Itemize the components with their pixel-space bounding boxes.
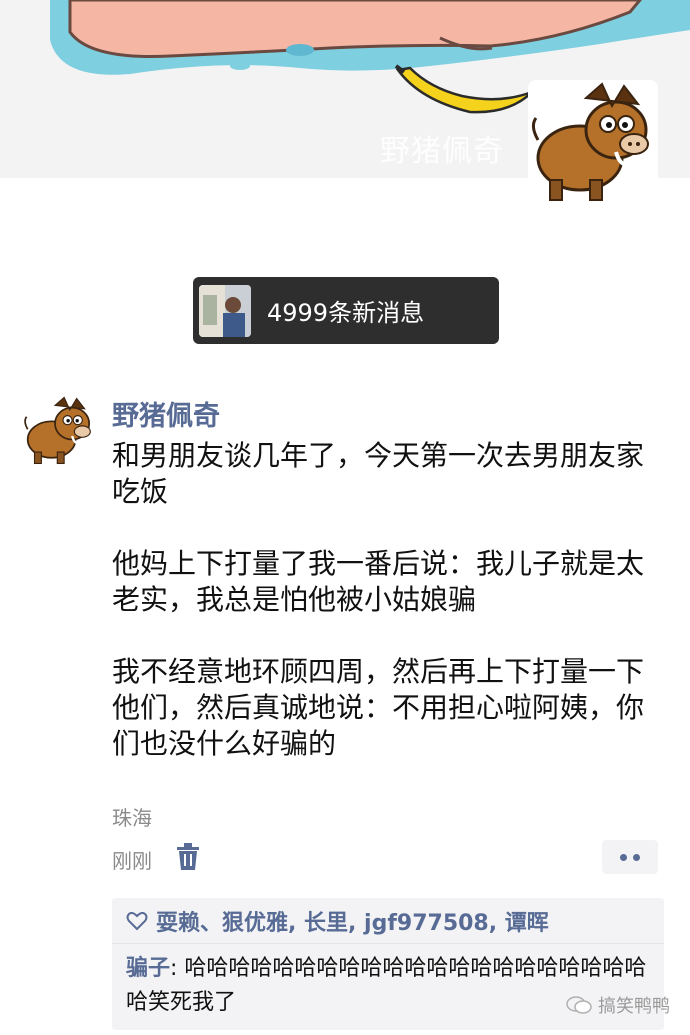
likes-names[interactable]: 耍赖、狠优雅, 长里, jgf977508, 谭晖 bbox=[156, 905, 549, 937]
new-messages-toast[interactable]: 4999条新消息 bbox=[193, 277, 499, 344]
cover-owner-avatar[interactable] bbox=[528, 80, 658, 206]
more-dot-icon bbox=[633, 853, 640, 861]
post-paragraph: 和男朋友谈几年了，今天第一次去男朋友家吃饭 bbox=[112, 439, 645, 508]
likes-row: 耍赖、狠优雅, 长里, jgf977508, 谭晖 bbox=[112, 898, 664, 944]
toast-text: 4999条新消息 bbox=[267, 299, 425, 327]
cover-watermark: 野猪佩奇 bbox=[380, 134, 504, 169]
poster-avatar[interactable] bbox=[22, 394, 96, 468]
source-brand: 搞笑鸭鸭 bbox=[598, 996, 670, 1017]
post-content: 和男朋友谈几年了，今天第一次去男朋友家吃饭 他妈上下打量了我一番后说：我儿子就是… bbox=[112, 438, 668, 762]
post-time: 刚刚 bbox=[112, 849, 152, 873]
more-actions-button[interactable] bbox=[602, 840, 658, 874]
toast-avatar bbox=[199, 284, 251, 337]
boar-icon bbox=[22, 395, 96, 467]
delete-button[interactable] bbox=[176, 843, 200, 871]
trash-icon bbox=[177, 843, 199, 870]
poster-username[interactable]: 野猪佩奇 bbox=[112, 394, 220, 433]
post-paragraph: 他妈上下打量了我一番后说：我儿子就是太老实，我总是怕他被小姑娘骗 bbox=[112, 547, 645, 616]
heart-icon bbox=[126, 911, 148, 930]
source-watermark: 搞笑鸭鸭 bbox=[566, 992, 670, 1018]
boar-icon bbox=[528, 80, 658, 206]
post-paragraph: 我不经意地环顾四周，然后再上下打量一下他们，然后真诚地说：不用担心啦阿姨，你们也… bbox=[112, 655, 645, 760]
more-dot-icon bbox=[620, 853, 627, 861]
wechat-icon bbox=[566, 996, 592, 1014]
comment-author[interactable]: 骗子 bbox=[126, 956, 170, 981]
comment-separator: : bbox=[170, 956, 185, 981]
post-location[interactable]: 珠海 bbox=[112, 802, 152, 831]
